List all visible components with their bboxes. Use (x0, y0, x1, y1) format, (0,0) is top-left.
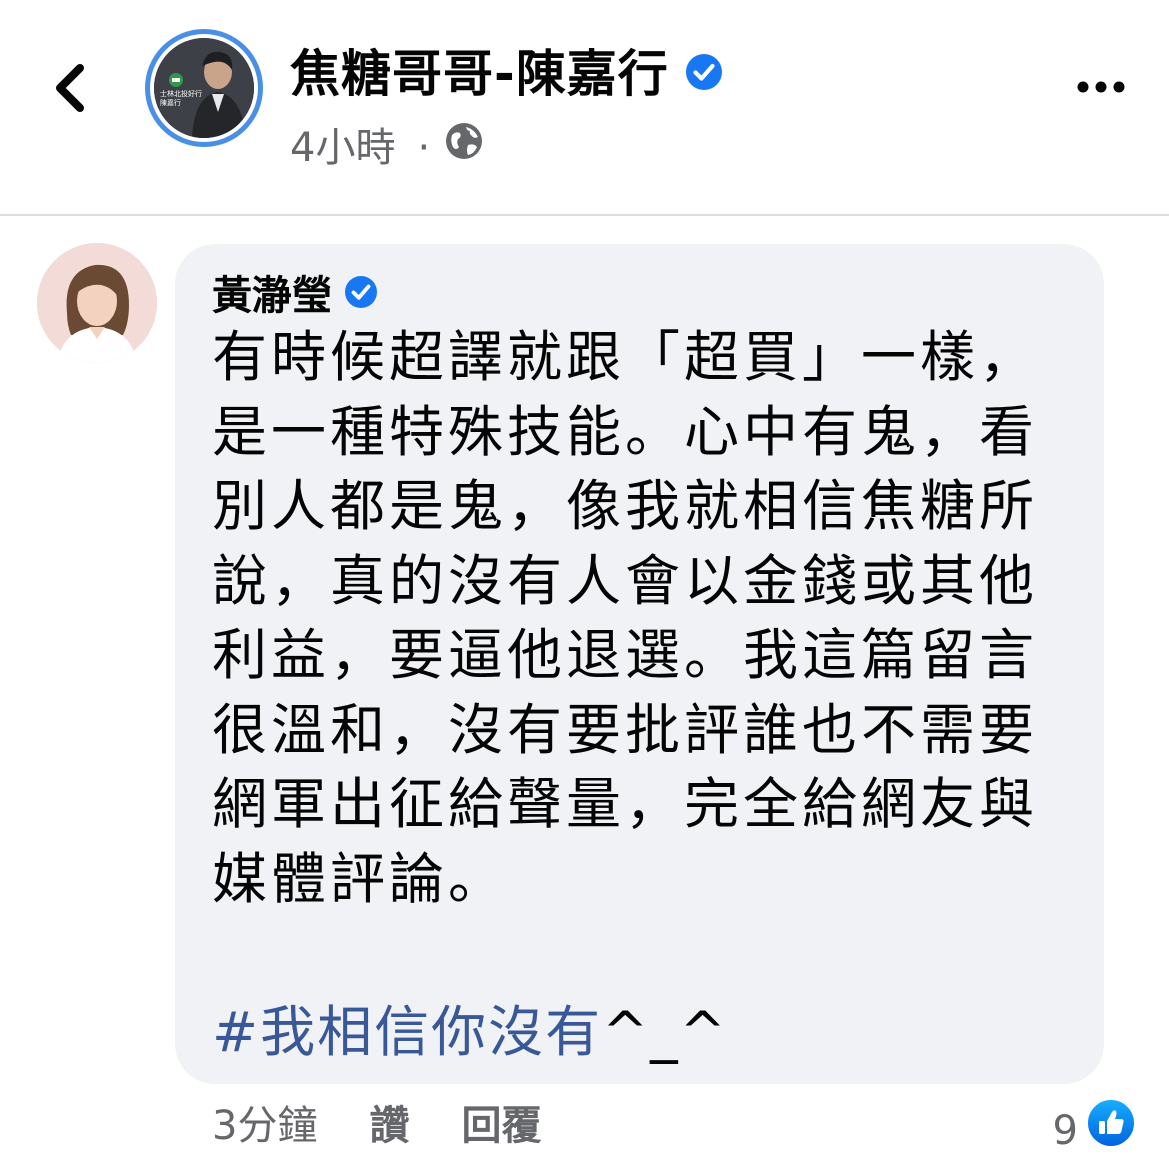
comment-line: 有時候超譯就跟「超買」一樣， (212, 325, 1039, 389)
meta-separator: · (417, 125, 431, 171)
comment-line: 媒體評論。 (212, 846, 508, 911)
back-button[interactable] (46, 58, 96, 118)
reply-button[interactable]: 回覆 (461, 1098, 541, 1154)
more-options-button[interactable] (1073, 70, 1129, 104)
commenter-avatar[interactable] (37, 243, 157, 363)
comment-actions: 3分鐘 讚 回覆 (212, 1098, 593, 1154)
like-reaction-icon (1086, 1098, 1136, 1163)
page-avatar[interactable]: 士林北投好行 陳嘉行 (145, 29, 263, 147)
page-avatar-caption: 士林北投好行 陳嘉行 (160, 90, 202, 107)
post-meta: 4小時 · (290, 120, 484, 176)
comment-line: 利益，要逼他退選。我這篇留言 (212, 623, 1039, 687)
globe-icon (444, 120, 484, 176)
reaction-count: 9 (1052, 1107, 1078, 1154)
reaction-summary[interactable]: 9 (1053, 1098, 1136, 1163)
comment-body: 有時候超譯就跟「超買」一樣， 是一種特殊技能。心中有鬼，看 別人都是鬼，像我就相… (212, 320, 1092, 916)
commenter-name-row: 黃瀞瑩 (212, 268, 378, 324)
post-timestamp[interactable]: 4小時 (290, 120, 395, 176)
page-avatar-photo: 士林北投好行 陳嘉行 (154, 38, 254, 138)
comment-screen: 士林北投好行 陳嘉行 焦糖哥哥-陳嘉行 4小時 · 黃瀞瑩 有時候超譯就跟「超買… (0, 0, 1169, 1167)
comment-line: 很溫和，沒有要批評誰也不需要 (212, 697, 1039, 762)
commenter-name[interactable]: 黃瀞瑩 (212, 268, 332, 324)
verified-badge-icon (685, 42, 723, 106)
post-header: 士林北投好行 陳嘉行 焦糖哥哥-陳嘉行 4小時 · (0, 0, 1169, 216)
page-name-row: 焦糖哥哥-陳嘉行 (290, 42, 723, 106)
verified-badge-icon (344, 268, 378, 324)
like-button[interactable]: 讚 (369, 1098, 409, 1154)
hashtag-link[interactable]: #我相信你沒有 (212, 1000, 602, 1064)
comment-line: 說，真的沒有人會以金錢或其他 (212, 548, 1039, 613)
page-name[interactable]: 焦糖哥哥-陳嘉行 (290, 42, 669, 106)
comment-timestamp[interactable]: 3分鐘 (212, 1098, 317, 1154)
comment-line: 網軍出征給聲量，完全給網友與 (212, 772, 1039, 836)
back-chevron-icon (56, 64, 84, 112)
more-options-icon (1077, 81, 1125, 93)
comment-line: 別人都是鬼，像我就相信焦糖所 (212, 474, 1039, 538)
emoticon-text: ^_^ (602, 1000, 728, 1064)
hashtag-line: #我相信你沒有^_^ (212, 995, 728, 1069)
comment-line: 是一種特殊技能。心中有鬼，看 (212, 399, 1039, 464)
